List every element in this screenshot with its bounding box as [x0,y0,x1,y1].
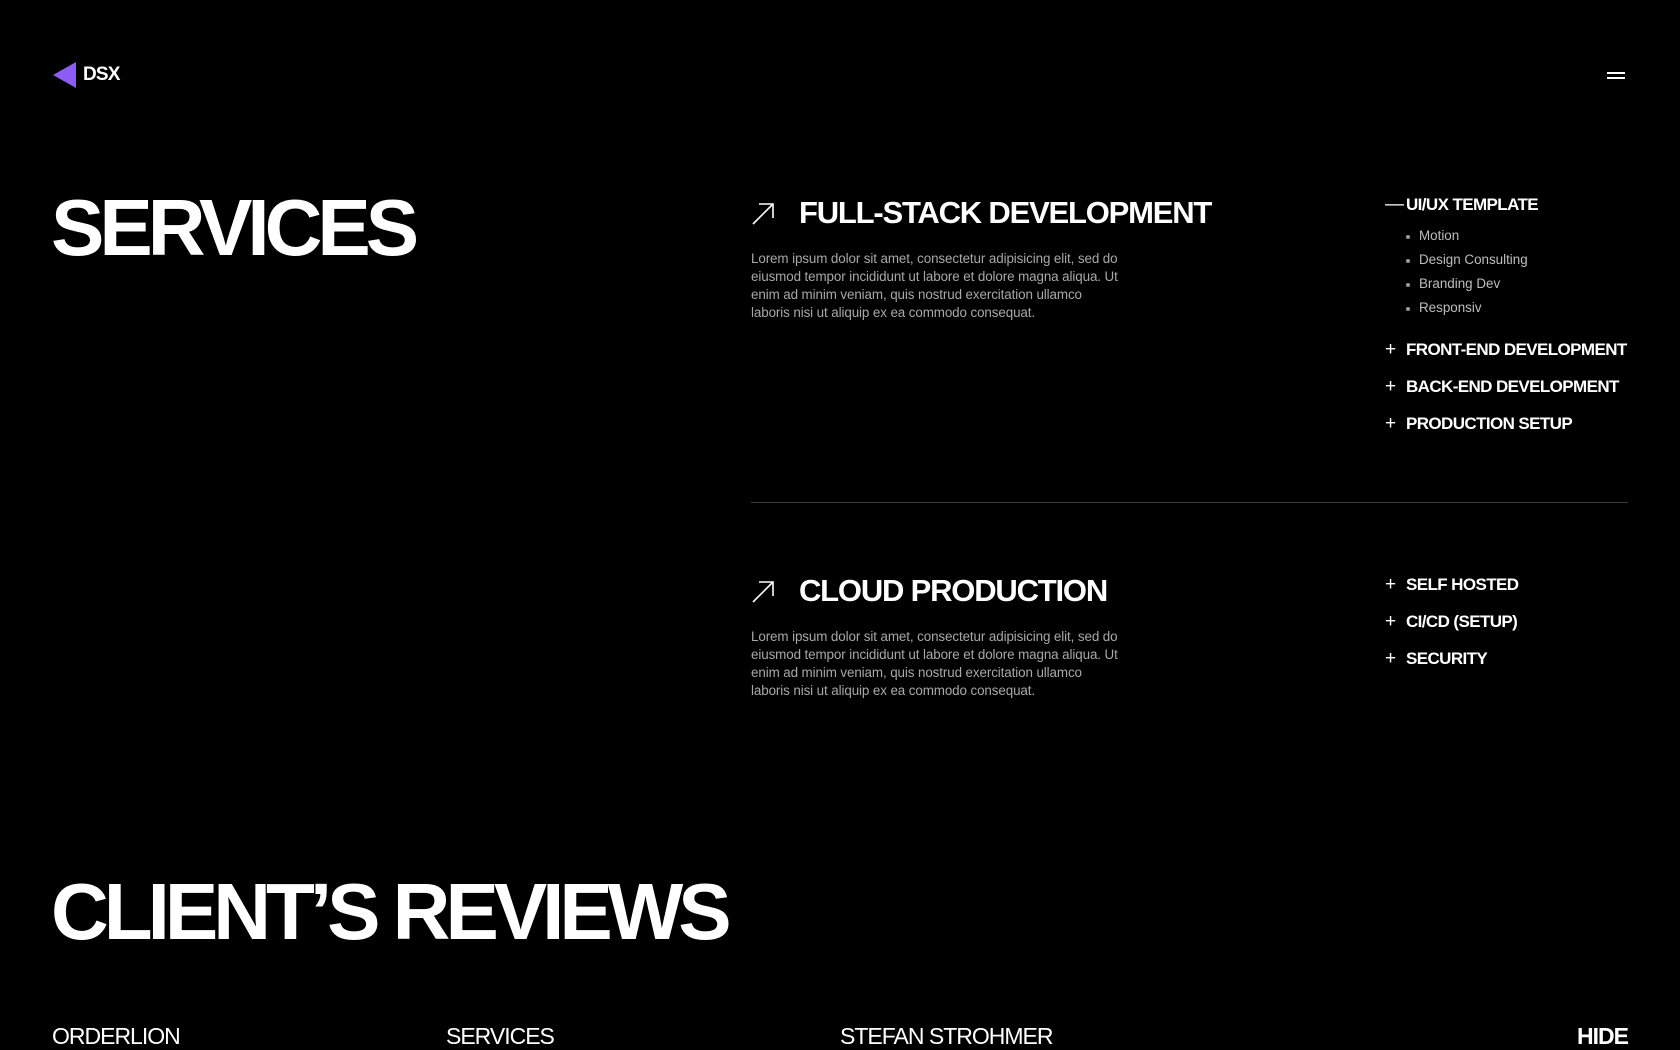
expand-plus-icon: + [1385,339,1396,360]
category-item-front-end[interactable]: + FRONT-END DEVELOPMENT [1385,338,1627,361]
arrow-up-right-icon [752,203,774,225]
services-title: SERVICES [51,183,419,272]
category-item-self-hosted[interactable]: + SELF HOSTED [1385,573,1519,596]
review-client: ORDERLION [52,1023,181,1049]
service-description: Lorem ipsum dolor sit amet, consectetur … [751,629,1118,698]
expand-plus-icon: + [1385,648,1396,669]
category-label: SECURITY [1406,649,1488,668]
expand-plus-icon: + [1385,574,1396,595]
category-label: UI/UX TEMPLATE [1406,195,1539,214]
review-category: SERVICES [446,1023,555,1049]
logo[interactable]: DSX [53,62,120,88]
reviews-title: CLIENT’S REVIEWS [51,867,732,956]
category-label: FRONT-END DEVELOPMENT [1406,340,1627,359]
arrow-up-right-icon [752,581,774,603]
review-person: STEFAN STROHMER [840,1023,1053,1049]
category-label: BACK-END DEVELOPMENT [1406,377,1619,396]
sublist-item: Design Consulting [1406,248,1627,272]
logo-triangle-icon [53,62,76,88]
hamburger-menu-icon[interactable] [1607,72,1627,82]
category-item-security[interactable]: + SECURITY [1385,647,1518,670]
sublist-item: Branding Dev [1406,272,1627,296]
sublist-item: Motion [1406,224,1627,248]
expand-plus-icon: + [1385,376,1396,397]
section-divider [751,502,1628,503]
service-category-list: — UI/UX TEMPLATE Motion Design Consultin… [1385,193,1627,449]
category-label: SELF HOSTED [1406,575,1519,594]
sublist-item: Responsiv [1406,296,1627,320]
category-item-ci-cd[interactable]: + CI/CD (SETUP) [1385,610,1518,633]
service-category-list: + SELF HOSTED + CI/CD (SETUP) + SECURITY [1385,573,1519,684]
expand-plus-icon: + [1385,413,1396,434]
service-description: Lorem ipsum dolor sit amet, consectetur … [751,251,1118,320]
category-item-back-end[interactable]: + BACK-END DEVELOPMENT [1385,375,1627,398]
category-label: PRODUCTION SETUP [1406,414,1573,433]
page: DSX SERVICES FULL-STACK DEVELOPMENT Lore… [0,0,1680,1050]
expand-plus-icon: + [1385,611,1396,632]
category-item-ui-ux[interactable]: — UI/UX TEMPLATE Motion Design Consultin… [1385,193,1627,320]
category-item-production-setup[interactable]: + PRODUCTION SETUP [1385,412,1627,435]
hide-toggle-button[interactable]: HIDE [1577,1023,1629,1050]
service-title: CLOUD PRODUCTION [799,573,1108,608]
service-title: FULL-STACK DEVELOPMENT [799,195,1212,230]
collapse-minus-icon: — [1385,194,1404,215]
logo-text: DSX [83,64,120,85]
category-sublist: Motion Design Consulting Branding Dev Re… [1406,224,1627,320]
category-label: CI/CD (SETUP) [1406,612,1518,631]
